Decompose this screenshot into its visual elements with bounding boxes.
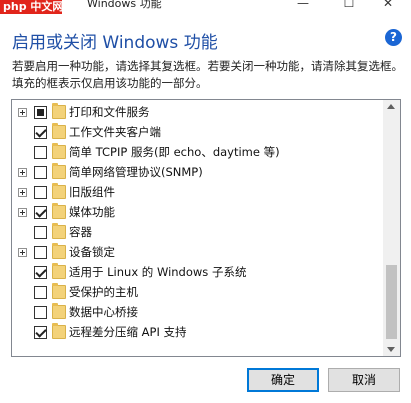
- feature-checkbox[interactable]: [34, 285, 47, 299]
- window-title: Windows 功能: [87, 0, 162, 10]
- windows-features-dialog: php 中文网 Windows 功能 — ☐ ✕ 启用或关闭 Windows 功…: [0, 0, 411, 403]
- feature-label: 简单 TCPIP 服务(即 echo、daytime 等): [69, 145, 280, 159]
- feature-tree: 打印和文件服务 工作文件夹客户端简单 TCPIP 服务(即 echo、daytim…: [11, 99, 401, 357]
- feature-row[interactable]: 受保护的主机: [12, 282, 384, 302]
- help-icon[interactable]: ?: [385, 29, 402, 46]
- feature-label: 打印和文件服务: [69, 105, 150, 119]
- feature-checkbox[interactable]: [34, 325, 47, 339]
- folder-icon: [52, 303, 66, 319]
- feature-checkbox[interactable]: [34, 225, 47, 239]
- feature-label: 媒体功能: [69, 205, 115, 219]
- folder-icon: [52, 123, 66, 139]
- title-bar: php 中文网 Windows 功能 — ☐ ✕: [0, 0, 411, 14]
- feature-label: 受保护的主机: [69, 285, 138, 299]
- feature-label: 容器: [69, 225, 92, 239]
- feature-label: 远程差分压缩 API 支持: [69, 325, 187, 339]
- feature-checkbox[interactable]: [34, 125, 47, 139]
- feature-checkbox[interactable]: [34, 265, 47, 279]
- feature-row[interactable]: 旧版组件: [12, 182, 384, 202]
- scroll-up-icon[interactable]: [387, 104, 395, 109]
- dialog-heading: 启用或关闭 Windows 功能: [12, 33, 218, 53]
- folder-icon: [52, 163, 66, 179]
- folder-icon: [52, 263, 66, 279]
- feature-label: 简单网络管理协议(SNMP): [69, 165, 203, 179]
- feature-label: 设备锁定: [69, 245, 115, 259]
- feature-row[interactable]: 设备锁定: [12, 242, 384, 262]
- folder-icon: [52, 143, 66, 159]
- expand-plus-icon[interactable]: [18, 167, 27, 177]
- cancel-button[interactable]: 取消: [328, 368, 400, 392]
- feature-label: 数据中心桥接: [69, 305, 138, 319]
- feature-checkbox[interactable]: [34, 305, 47, 319]
- feature-checkbox[interactable]: [34, 205, 47, 219]
- feature-checkbox[interactable]: [34, 165, 47, 179]
- expand-plus-icon[interactable]: [18, 207, 27, 217]
- feature-checkbox[interactable]: [34, 145, 47, 159]
- ok-button[interactable]: 确定: [247, 368, 319, 392]
- feature-row[interactable]: 媒体功能: [12, 202, 384, 222]
- feature-checkbox[interactable]: [34, 185, 47, 199]
- folder-icon: [52, 223, 66, 239]
- feature-checkbox[interactable]: [34, 105, 47, 119]
- vertical-scrollbar[interactable]: [383, 100, 400, 356]
- expand-plus-icon[interactable]: [18, 107, 27, 117]
- feature-row[interactable]: 适用于 Linux 的 Windows 子系统: [12, 262, 384, 282]
- watermark-logo: php 中文网: [0, 0, 62, 14]
- feature-row[interactable]: 简单 TCPIP 服务(即 echo、daytime 等): [12, 142, 384, 162]
- watermark-text: 中文网: [30, 0, 62, 13]
- feature-row[interactable]: 远程差分压缩 API 支持: [12, 322, 384, 342]
- folder-icon: [52, 203, 66, 219]
- expand-plus-icon[interactable]: [18, 187, 27, 197]
- feature-label: 旧版组件: [69, 185, 115, 199]
- expand-plus-icon[interactable]: [18, 247, 27, 257]
- feature-row[interactable]: 数据中心桥接: [12, 302, 384, 322]
- feature-label: 工作文件夹客户端: [69, 125, 161, 139]
- scroll-down-icon[interactable]: [387, 347, 395, 352]
- feature-row[interactable]: 打印和文件服务: [12, 102, 384, 122]
- folder-icon: [52, 103, 66, 119]
- dialog-description: 若要启用一种功能，请选择其复选框。若要关闭一种功能，请清除其复选框。填充的框表示…: [12, 59, 403, 90]
- scroll-thumb[interactable]: [386, 265, 397, 339]
- close-button[interactable]: ✕: [365, 0, 411, 12]
- feature-row[interactable]: 工作文件夹客户端: [12, 122, 384, 142]
- feature-label: 适用于 Linux 的 Windows 子系统: [69, 265, 247, 279]
- folder-icon: [52, 283, 66, 299]
- folder-icon: [52, 323, 66, 339]
- folder-icon: [52, 243, 66, 259]
- folder-icon: [52, 183, 66, 199]
- minimize-button[interactable]: —: [280, 0, 326, 12]
- feature-row[interactable]: 简单网络管理协议(SNMP): [12, 162, 384, 182]
- feature-row[interactable]: 容器: [12, 222, 384, 242]
- feature-checkbox[interactable]: [34, 245, 47, 259]
